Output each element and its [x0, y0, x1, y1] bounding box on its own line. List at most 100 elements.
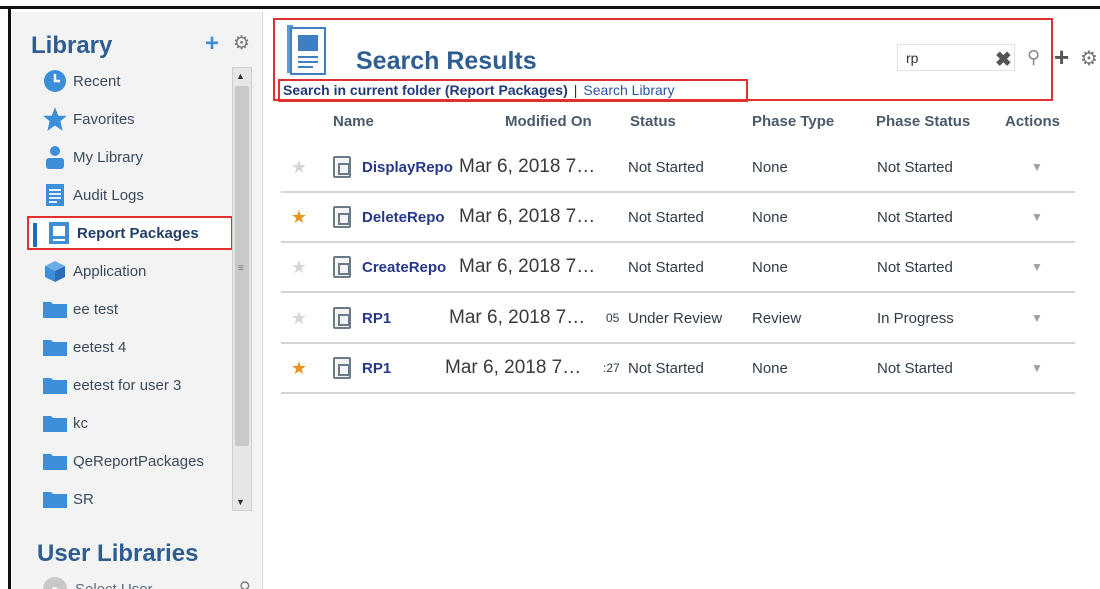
table-row[interactable]: ★ RP1 Mar 6, 2018 7… 05 Under Review Rev…	[281, 294, 1075, 344]
search-scope-bar: Search in current folder (Report Package…	[283, 82, 674, 98]
library-sidebar: Library + ⚙ Recent Favorites My Library …	[11, 12, 263, 589]
row-modified-on: Mar 6, 2018 7…	[445, 344, 603, 392]
library-title: Library	[31, 32, 113, 59]
row-phase-status: Not Started	[877, 208, 953, 226]
table-row[interactable]: ★ CreateRepo Mar 6, 2018 7… Not Started …	[281, 243, 1075, 293]
report-icon	[333, 344, 355, 392]
column-header-phase-status[interactable]: Phase Status	[876, 113, 970, 130]
sidebar-item-label: Audit Logs	[73, 186, 144, 204]
folder-icon	[41, 410, 69, 436]
sidebar-scrollbar[interactable]: ▲ ≡ ▼	[232, 67, 252, 511]
plus-icon[interactable]: +	[205, 32, 219, 56]
column-header-actions: Actions	[1005, 113, 1061, 130]
report-icon	[333, 193, 355, 241]
column-header-name[interactable]: Name	[333, 113, 374, 130]
row-modified-on: Mar 6, 2018 7…	[459, 193, 627, 241]
sidebar-item-label: ee test	[73, 300, 119, 318]
row-modified-tail: :27	[603, 361, 620, 375]
row-phase-type: None	[752, 208, 788, 226]
window-top-border	[0, 0, 1100, 9]
library-list: Recent Favorites My Library Audit Logs R…	[25, 64, 239, 514]
user-icon	[41, 144, 69, 170]
actions-dropdown-icon[interactable]: ▼	[1027, 143, 1047, 191]
sidebar-item-label: Report Packages	[77, 224, 199, 242]
scope-separator: |	[573, 82, 578, 98]
row-modified-on: Mar 6, 2018 7…	[459, 143, 627, 191]
actions-dropdown-icon[interactable]: ▼	[1027, 193, 1047, 241]
column-header-phase-type[interactable]: Phase Type	[752, 113, 834, 130]
sidebar-item-qereportpackages[interactable]: QeReportPackages	[25, 444, 239, 478]
sidebar-item-favorites[interactable]: Favorites	[25, 102, 239, 136]
log-icon	[41, 182, 69, 208]
sidebar-item-label: eetest for user 3	[73, 376, 182, 394]
folder-icon	[41, 334, 69, 360]
row-modified-on: Mar 6, 2018 7…	[459, 243, 627, 291]
row-status: Not Started	[628, 208, 704, 226]
page-title: Search Results	[356, 47, 537, 75]
search-icon[interactable]: ⚲	[239, 578, 251, 589]
report-package-folder-icon	[287, 25, 333, 75]
row-name-link[interactable]: DeleteRepo	[362, 193, 459, 241]
scroll-up-arrow-icon[interactable]: ▲	[236, 71, 245, 81]
sidebar-item-eetest-4[interactable]: eetest 4	[25, 330, 239, 364]
gear-icon[interactable]: ⚙	[1080, 46, 1098, 71]
row-status: Not Started	[628, 359, 704, 377]
clock-icon	[41, 68, 69, 94]
clear-search-icon[interactable]: ✖	[995, 47, 1012, 72]
sidebar-item-sr[interactable]: SR	[25, 482, 239, 514]
sidebar-item-label: eetest 4	[73, 338, 127, 356]
user-libraries-title: User Libraries	[37, 540, 199, 567]
add-icon[interactable]: +	[1054, 42, 1069, 73]
row-phase-type: None	[752, 359, 788, 377]
row-name-link[interactable]: CreateRepo	[362, 243, 459, 291]
sidebar-item-report-packages[interactable]: Report Packages	[27, 216, 233, 250]
actions-dropdown-icon[interactable]: ▼	[1027, 344, 1047, 392]
actions-dropdown-icon[interactable]: ▼	[1027, 294, 1047, 342]
column-header-modified-on[interactable]: Modified On	[505, 113, 592, 130]
column-header-status[interactable]: Status	[630, 113, 676, 130]
table-row[interactable]: ★ DisplayRepo Mar 6, 2018 7… Not Started…	[281, 143, 1075, 193]
avatar-icon: ●	[43, 577, 67, 589]
search-library-link[interactable]: Search Library	[583, 82, 674, 98]
favorite-star-icon[interactable]: ★	[287, 294, 311, 342]
row-phase-status: Not Started	[877, 158, 953, 176]
gear-icon[interactable]: ⚙	[233, 34, 250, 54]
sidebar-item-audit-logs[interactable]: Audit Logs	[25, 178, 239, 212]
star-icon	[41, 106, 69, 132]
table-row[interactable]: ★ RP1 Mar 6, 2018 7… :27 Not Started Non…	[281, 344, 1075, 394]
sidebar-item-eetest-for-user-3[interactable]: eetest for user 3	[25, 368, 239, 402]
sidebar-item-label: QeReportPackages	[73, 452, 204, 470]
row-modified-tail: 05	[606, 311, 620, 325]
row-phase-status: Not Started	[877, 258, 953, 276]
report-icon	[333, 243, 355, 291]
actions-dropdown-icon[interactable]: ▼	[1027, 243, 1047, 291]
folder-icon	[41, 296, 69, 322]
search-icon[interactable]: ⚲	[1027, 47, 1040, 68]
row-name-link[interactable]: RP1	[362, 294, 459, 342]
sidebar-item-label: Recent	[73, 72, 121, 90]
sidebar-item-label: Application	[73, 262, 147, 280]
row-phase-status: In Progress	[877, 309, 954, 327]
row-name-link[interactable]: DisplayRepo	[362, 143, 459, 191]
select-user-field[interactable]: ● Select User	[43, 577, 153, 589]
favorite-star-icon[interactable]: ★	[287, 243, 311, 291]
folder-icon	[41, 486, 69, 512]
sidebar-item-recent[interactable]: Recent	[25, 64, 239, 98]
row-status: Not Started	[628, 258, 704, 276]
favorite-star-icon[interactable]: ★	[287, 344, 311, 392]
scroll-down-arrow-icon[interactable]: ▼	[236, 497, 245, 507]
favorite-star-icon[interactable]: ★	[287, 193, 311, 241]
sidebar-item-kc[interactable]: kc	[25, 406, 239, 440]
sidebar-item-label: SR	[73, 490, 94, 508]
sidebar-item-application[interactable]: Application	[25, 254, 239, 288]
sidebar-item-ee-test[interactable]: ee test	[25, 292, 239, 326]
table-row[interactable]: ★ DeleteRepo Mar 6, 2018 7… Not Started …	[281, 193, 1075, 243]
row-status: Not Started	[628, 158, 704, 176]
search-current-folder-link[interactable]: Search in current folder (Report Package…	[283, 82, 568, 98]
report-icon	[333, 294, 355, 342]
sidebar-item-my-library[interactable]: My Library	[25, 140, 239, 174]
report-icon	[333, 143, 355, 191]
cube-icon	[41, 258, 69, 284]
favorite-star-icon[interactable]: ★	[287, 143, 311, 191]
row-status: Under Review	[628, 309, 723, 327]
